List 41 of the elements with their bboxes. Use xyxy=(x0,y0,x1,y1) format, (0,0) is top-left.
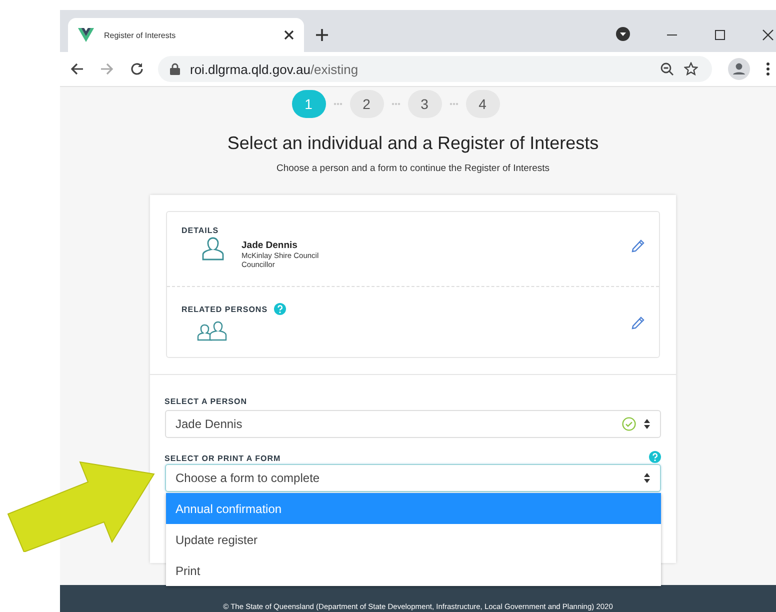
close-tab-icon[interactable] xyxy=(284,30,294,40)
page-subheading: Choose a person and a form to continue the Register of Interests xyxy=(276,163,550,174)
related-persons-label: RELATED PERSONS xyxy=(182,304,268,314)
sort-caret-icon xyxy=(644,473,650,483)
profile-menu-icon[interactable] xyxy=(616,27,630,41)
back-icon[interactable] xyxy=(70,62,84,76)
new-tab-icon[interactable] xyxy=(316,29,328,41)
sort-caret-icon xyxy=(644,419,650,429)
url-text: roi.dlgrma.qld.gov.au/existing xyxy=(190,62,358,76)
dropdown-option[interactable]: Update register xyxy=(166,524,660,555)
person-select[interactable]: Jade Dennis xyxy=(164,410,660,438)
address-bar[interactable]: roi.dlgrma.qld.gov.au/existing xyxy=(158,56,712,82)
people-icon xyxy=(196,321,228,341)
vue-logo-icon xyxy=(78,28,94,42)
star-icon[interactable] xyxy=(684,62,698,76)
tab-title: Register of Interests xyxy=(104,30,177,40)
select-person-label: SELECT A PERSON xyxy=(164,397,247,406)
browser-tab[interactable]: Register of Interests xyxy=(68,18,304,52)
maximize-icon[interactable] xyxy=(714,29,726,41)
person-icon xyxy=(202,237,224,261)
edit-icon[interactable] xyxy=(630,316,644,330)
step-indicator: 1 xyxy=(292,90,326,118)
step-indicator: 3 xyxy=(408,90,442,118)
dropdown-option[interactable]: Print xyxy=(166,555,660,586)
details-label: DETAILS xyxy=(182,226,220,235)
form-select[interactable]: Choose a form to complete xyxy=(164,464,660,492)
reload-icon[interactable] xyxy=(130,62,144,76)
page-heading: Select an individual and a Register of Interests xyxy=(227,133,599,154)
step-connector xyxy=(334,103,342,105)
step-indicator: 2 xyxy=(350,90,384,118)
step-indicator: 4 xyxy=(466,90,500,118)
select-form-label: SELECT OR PRINT A FORM xyxy=(164,454,281,463)
account-icon[interactable] xyxy=(728,58,750,80)
person-name: Jade Dennis xyxy=(242,240,298,251)
step-connector xyxy=(450,103,458,105)
lock-icon xyxy=(170,63,180,75)
close-icon[interactable] xyxy=(762,29,774,41)
step-connector xyxy=(392,103,400,105)
more-menu-icon[interactable] xyxy=(766,62,770,76)
edit-icon[interactable] xyxy=(630,239,644,253)
zoom-out-icon[interactable] xyxy=(660,62,674,76)
